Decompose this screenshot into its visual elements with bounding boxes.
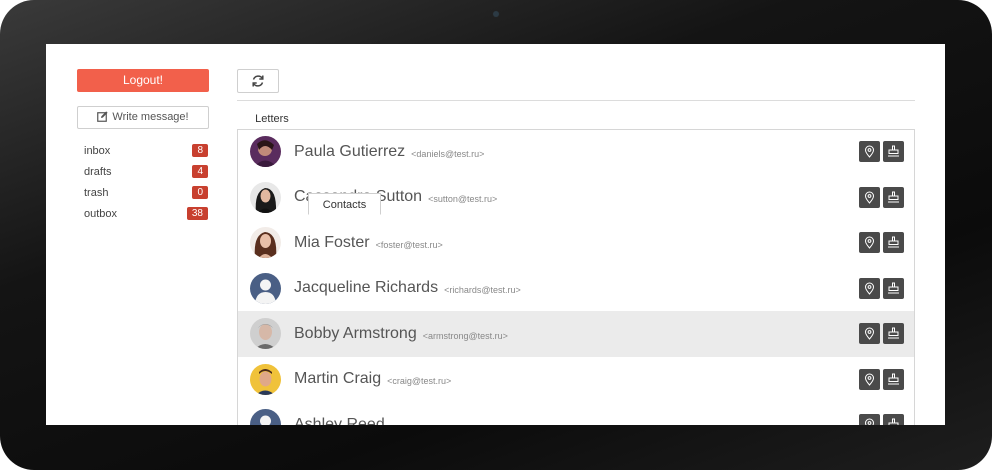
location-pin-icon <box>864 327 875 340</box>
contact-name: Paula Gutierrez <box>294 142 406 160</box>
stamp-button[interactable] <box>883 368 904 390</box>
contact-name: Jacqueline Richards <box>294 279 439 297</box>
contact-email: <daniels@test.ru> <box>411 148 485 159</box>
contact-email: <craig@test.ru> <box>387 376 452 387</box>
contact-list: Paula Gutierrez <daniels@test.ru> Cassan… <box>238 129 914 425</box>
refresh-button[interactable] <box>237 69 279 93</box>
folder-outbox[interactable]: outbox 38 <box>84 203 208 224</box>
stamp-icon <box>888 236 899 248</box>
location-button[interactable] <box>859 368 880 390</box>
location-pin-icon <box>864 418 875 425</box>
avatar <box>250 136 281 168</box>
stamp-button[interactable] <box>883 414 904 425</box>
location-button[interactable] <box>859 141 880 162</box>
contact-actions <box>859 414 904 425</box>
write-message-label: Write message! <box>112 111 189 123</box>
tablet-frame: Logout! Write message! inbox 8 drafts 4 … <box>0 0 992 470</box>
count-badge: 8 <box>192 144 208 157</box>
stamp-button[interactable] <box>883 186 904 208</box>
avatar <box>250 318 281 350</box>
location-button[interactable] <box>859 323 880 344</box>
location-pin-icon <box>864 145 875 158</box>
count-badge: 0 <box>192 186 208 199</box>
avatar <box>250 227 281 259</box>
location-pin-icon <box>864 236 875 249</box>
location-pin-icon <box>864 373 875 386</box>
folder-label: outbox <box>84 207 118 220</box>
count-badge: 4 <box>192 165 208 178</box>
contact-actions <box>859 323 904 344</box>
stamp-icon <box>888 418 899 425</box>
folder-label: inbox <box>84 144 111 157</box>
avatar <box>250 409 281 425</box>
folder-inbox[interactable]: inbox 8 <box>84 140 208 161</box>
stamp-icon <box>888 145 899 157</box>
contact-row[interactable]: Martin Craig <craig@test.ru> <box>238 357 914 403</box>
contact-email: <richards@test.ru> <box>444 285 521 296</box>
location-button[interactable] <box>859 186 880 208</box>
location-button[interactable] <box>859 414 880 425</box>
edit-icon <box>97 111 108 122</box>
stamp-button[interactable] <box>883 141 904 162</box>
folder-label: drafts <box>84 165 112 178</box>
contact-actions <box>859 141 904 162</box>
avatar <box>250 181 281 213</box>
app-screen: Logout! Write message! inbox 8 drafts 4 … <box>46 44 945 425</box>
stamp-button[interactable] <box>883 277 904 299</box>
contact-email: <foster@test.ru> <box>375 239 443 250</box>
tab-letters[interactable]: Letters <box>237 108 307 130</box>
contact-name: Martin Craig <box>294 370 382 388</box>
avatar <box>250 363 281 395</box>
location-button[interactable] <box>859 277 880 299</box>
contact-row[interactable]: Paula Gutierrez <daniels@test.ru> <box>238 129 914 175</box>
logout-button[interactable]: Logout! <box>77 69 209 92</box>
contact-email: <sutton@test.ru> <box>428 194 498 205</box>
folder-label: trash <box>84 186 109 199</box>
contact-row[interactable]: Ashley Reed <box>238 402 914 425</box>
contact-row[interactable]: Mia Foster <foster@test.ru> <box>238 220 914 266</box>
contact-name: Bobby Armstrong <box>294 324 417 342</box>
header-divider <box>237 100 915 101</box>
avatar <box>250 272 281 304</box>
location-pin-icon <box>864 282 875 295</box>
contact-name: Ashley Reed <box>294 415 385 425</box>
location-button[interactable] <box>859 232 880 253</box>
folder-drafts[interactable]: drafts 4 <box>84 161 208 182</box>
tab-contacts[interactable]: Contacts <box>308 193 381 215</box>
contact-email: <armstrong@test.ru> <box>422 330 508 341</box>
stamp-icon <box>888 373 899 384</box>
stamp-icon <box>888 191 899 202</box>
contact-actions <box>859 186 904 208</box>
stamp-button[interactable] <box>883 232 904 253</box>
contact-row[interactable]: Jacqueline Richards <richards@test.ru> <box>238 266 914 312</box>
contact-row-selected[interactable]: Bobby Armstrong <armstrong@test.ru> <box>238 311 914 357</box>
write-message-button[interactable]: Write message! <box>77 106 209 129</box>
stamp-icon <box>888 282 899 293</box>
contact-actions <box>859 277 904 299</box>
contact-actions <box>859 368 904 390</box>
contact-actions <box>859 232 904 253</box>
folder-list: inbox 8 drafts 4 trash 0 outbox 38 <box>84 140 208 224</box>
camera-icon <box>493 11 499 17</box>
count-badge: 38 <box>186 207 208 220</box>
refresh-icon <box>252 75 264 87</box>
folder-trash[interactable]: trash 0 <box>84 182 208 203</box>
stamp-button[interactable] <box>883 323 904 344</box>
stamp-icon <box>888 327 899 339</box>
location-pin-icon <box>864 191 875 204</box>
contact-name: Mia Foster <box>294 233 370 251</box>
